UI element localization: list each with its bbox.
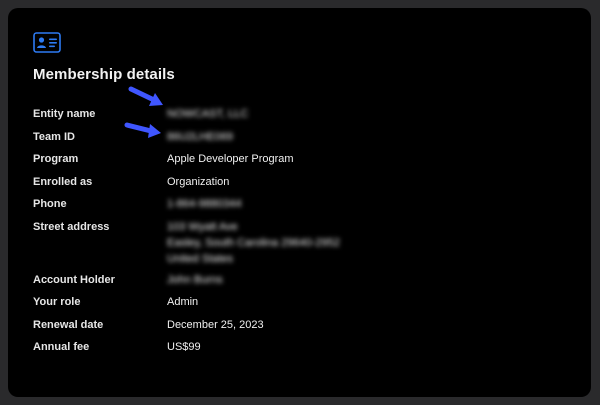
entity-name-value: NOWCAST, LLC xyxy=(167,106,467,122)
phone-value: 1-864-9880344 xyxy=(167,196,467,212)
program-label: Program xyxy=(33,153,79,165)
member-card-icon xyxy=(33,32,61,53)
street-address-line-2: Easley, South Carolina 29640-2952 xyxy=(167,236,340,249)
your-role-label: Your role xyxy=(33,296,81,308)
annotation-arrow-icon xyxy=(124,122,161,138)
program-text: Apple Developer Program xyxy=(167,153,294,165)
page-title: Membership details xyxy=(33,66,175,83)
street-address-line-3: United States xyxy=(167,252,234,265)
entity-name-text: NOWCAST, LLC xyxy=(167,108,249,120)
renewal-date-label: Renewal date xyxy=(33,318,104,331)
annual-fee-text: US$99 xyxy=(167,341,201,353)
program-value: Apple Developer Program xyxy=(167,151,467,167)
annual-fee-label: Annual fee xyxy=(33,341,90,353)
street-address-label: Street address xyxy=(33,220,110,233)
account-holder-text: John Burns xyxy=(167,273,223,286)
your-role-value: Admin xyxy=(167,294,467,310)
enrolled-as-value: Organization xyxy=(167,174,467,190)
your-role-text: Admin xyxy=(167,296,199,308)
phone-label: Phone xyxy=(33,198,67,210)
team-id-value: 86U2LHE069 xyxy=(167,129,467,145)
renewal-date-value: December 25, 2023 xyxy=(167,317,467,333)
renewal-date-text: December 25, 2023 xyxy=(167,318,264,331)
account-holder-label: Account Holder xyxy=(33,273,115,286)
annual-fee-value: US$99 xyxy=(167,339,467,355)
phone-text: 1-864-9880344 xyxy=(167,198,242,210)
enrolled-as-text: Organization xyxy=(167,175,230,188)
street-address-value: 103 Wyatt Ave Easley, South Carolina 296… xyxy=(167,219,467,267)
annotation-arrow-icon xyxy=(128,86,163,106)
account-holder-link[interactable]: John Burns xyxy=(167,272,467,288)
enrolled-as-label: Enrolled as xyxy=(33,175,93,188)
street-address-line-1: 103 Wyatt Ave xyxy=(167,220,238,233)
team-id-text: 86U2LHE069 xyxy=(167,130,234,143)
membership-details-card: Membership details Entity name NOWCAST, … xyxy=(8,8,591,397)
